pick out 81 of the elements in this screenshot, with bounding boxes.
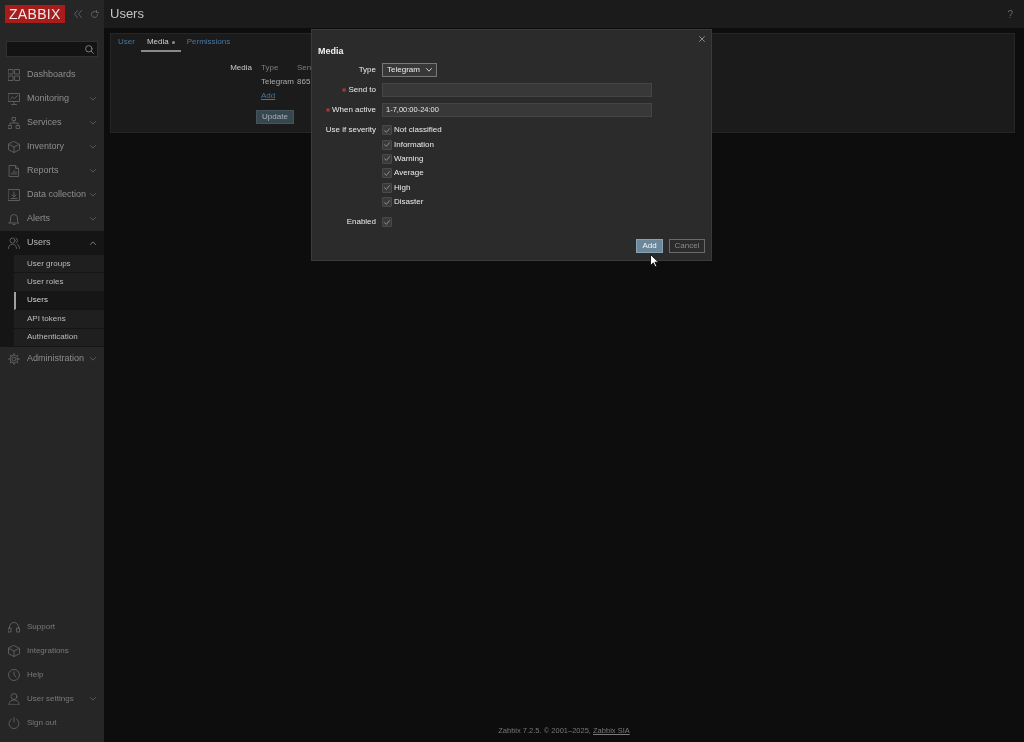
checkbox[interactable] bbox=[382, 153, 392, 164]
checkbox-label: Average bbox=[394, 167, 424, 180]
menu-item[interactable]: Help bbox=[0, 663, 104, 687]
checkmark-icon bbox=[384, 170, 390, 176]
checkbox[interactable] bbox=[382, 168, 392, 179]
user-icon bbox=[8, 693, 20, 705]
form-label: Media bbox=[230, 62, 252, 74]
users-icon bbox=[8, 237, 20, 249]
gear-icon bbox=[8, 352, 20, 365]
menu-item[interactable]: Integrations bbox=[0, 639, 104, 663]
field-label: Type bbox=[358, 64, 376, 76]
checkbox[interactable] bbox=[382, 217, 392, 228]
checkbox[interactable] bbox=[382, 182, 392, 193]
menu-item[interactable]: Users bbox=[0, 231, 104, 255]
dialog-title: Media bbox=[318, 46, 344, 56]
menu-item[interactable]: Inventory bbox=[0, 135, 104, 159]
submenu-item[interactable]: User groups bbox=[14, 255, 104, 274]
double-chevron-left-icon[interactable] bbox=[73, 10, 82, 18]
cube-icon bbox=[8, 141, 20, 153]
logo: ZABBIX bbox=[5, 5, 65, 23]
tab[interactable]: Media bbox=[140, 34, 181, 52]
checkbox[interactable] bbox=[382, 197, 392, 208]
document-icon bbox=[8, 165, 20, 177]
power-icon bbox=[8, 717, 20, 729]
menu-item[interactable]: User settings bbox=[0, 687, 104, 711]
tray-arrow-icon bbox=[8, 189, 20, 201]
mouse-pointer-icon bbox=[650, 254, 659, 267]
headset-icon bbox=[8, 621, 20, 633]
field-label: Enabled bbox=[346, 216, 376, 229]
chevron-down-icon bbox=[426, 68, 432, 72]
clock-icon bbox=[8, 669, 20, 681]
checkbox[interactable] bbox=[382, 139, 392, 150]
update-button[interactable]: Update bbox=[256, 110, 294, 124]
input-field[interactable] bbox=[382, 83, 652, 97]
primary-button[interactable]: Add bbox=[636, 239, 663, 254]
menu-item[interactable]: Administration bbox=[0, 346, 104, 371]
checkbox-label: Not classified bbox=[394, 124, 442, 137]
checkbox-label: Information bbox=[394, 138, 435, 151]
checkbox-label: High bbox=[394, 181, 411, 194]
tab[interactable]: Permissions bbox=[180, 34, 237, 52]
menu-item[interactable]: Reports bbox=[0, 159, 104, 183]
grid-icon bbox=[8, 69, 20, 81]
monitor-icon bbox=[8, 93, 20, 105]
tab[interactable]: User bbox=[112, 34, 141, 52]
search-icon bbox=[85, 44, 94, 54]
checkbox-label: Warning bbox=[394, 152, 424, 165]
checkmark-icon bbox=[384, 185, 390, 191]
table-cell: 865 bbox=[297, 76, 311, 88]
cube-icon bbox=[8, 645, 20, 657]
checkmark-icon bbox=[384, 219, 390, 225]
checkmark-icon bbox=[384, 127, 390, 133]
dropdown[interactable]: Telegram bbox=[382, 63, 437, 77]
table-cell-text: Telegram bbox=[261, 76, 295, 88]
add-link[interactable]: Add bbox=[261, 89, 276, 102]
menu-item[interactable]: Support bbox=[0, 615, 104, 639]
field-label: When active bbox=[331, 104, 376, 116]
bell-icon bbox=[8, 213, 20, 225]
checkbox[interactable] bbox=[382, 125, 392, 136]
secondary-button[interactable]: Cancel bbox=[669, 239, 705, 254]
help-button[interactable]: ? bbox=[1007, 6, 1013, 22]
search-field[interactable] bbox=[6, 41, 98, 57]
checkmark-icon bbox=[384, 199, 390, 205]
menu-item[interactable]: Dashboards bbox=[0, 63, 104, 87]
menu-item[interactable]: Data collection bbox=[0, 183, 104, 207]
field-label: Send to bbox=[348, 84, 376, 96]
hierarchy-icon bbox=[8, 117, 20, 129]
submenu-item[interactable]: User roles bbox=[14, 273, 104, 292]
checkmark-icon bbox=[384, 156, 390, 162]
checkbox-label: Disaster bbox=[394, 196, 424, 209]
page-title: Users bbox=[110, 5, 144, 24]
field-label: Use if severity bbox=[325, 124, 376, 137]
menu-item[interactable]: Alerts bbox=[0, 207, 104, 231]
submenu-item[interactable]: API tokens bbox=[14, 310, 104, 329]
menu-item[interactable]: Sign out bbox=[0, 711, 104, 735]
column-header: Type bbox=[261, 62, 280, 74]
menu-item[interactable]: Services bbox=[0, 111, 104, 135]
column-header: Sen bbox=[297, 62, 312, 74]
close-icon[interactable] bbox=[699, 36, 705, 42]
rotate-arrow-icon[interactable] bbox=[89, 9, 99, 19]
checkmark-icon bbox=[384, 142, 390, 148]
menu-item[interactable]: Monitoring bbox=[0, 87, 104, 111]
